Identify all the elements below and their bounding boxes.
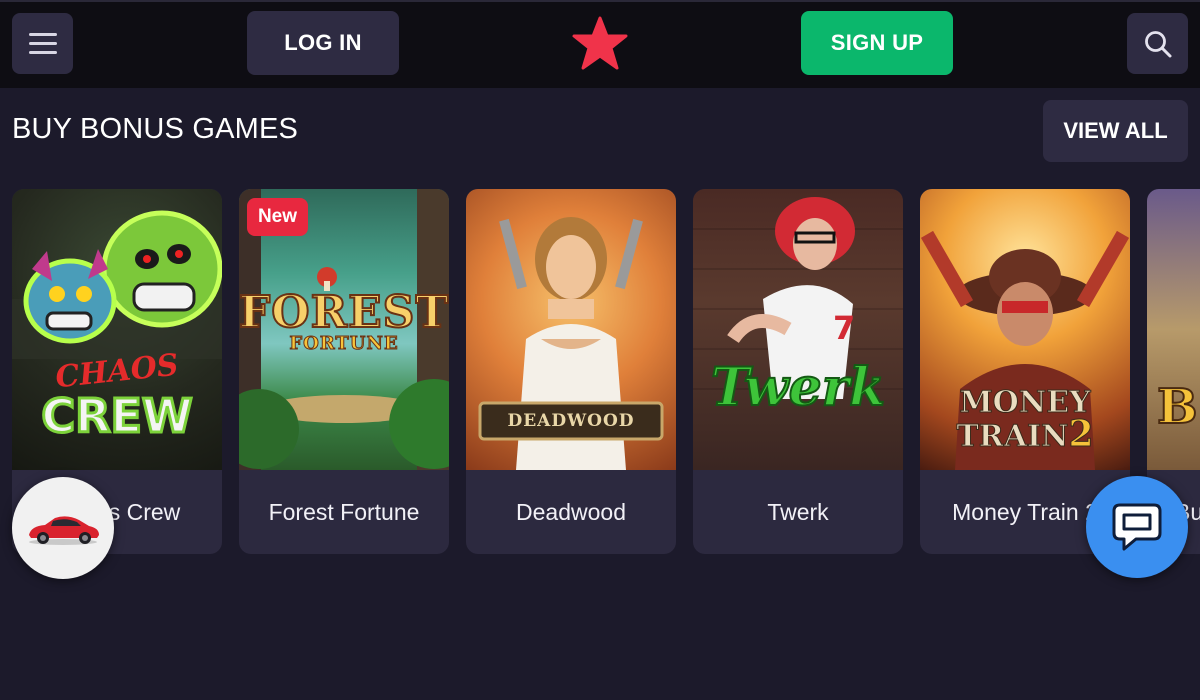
thumbnail-title: FORTUNE — [289, 333, 399, 355]
thumbnail-title: Twerk — [710, 356, 886, 419]
game-title: Forest Fortune — [268, 498, 420, 525]
red-car-icon — [29, 516, 99, 545]
casino-page: LOG IN SIGN UP BUY BONUS GAMES VIEW ALL — [0, 0, 1200, 700]
thumbnail-title-part: TRAIN — [956, 419, 1069, 455]
game-thumbnail: 7 Twerk — [693, 189, 903, 470]
game-thumbnail: DEADWOOD — [466, 189, 676, 470]
search-icon — [1144, 30, 1171, 57]
game-thumbnail: MONEY TRAIN2 — [920, 189, 1130, 470]
thumbnail-title: CREW — [40, 388, 194, 445]
new-badge: New — [247, 198, 308, 236]
game-title: Twerk — [767, 498, 829, 525]
thumbnail-title: TRAIN2 — [920, 413, 1130, 456]
thumbnail-title-number: 2 — [1068, 413, 1094, 456]
top-navigation-bar: LOG IN SIGN UP — [0, 0, 1200, 88]
view-all-button[interactable]: VIEW ALL — [1043, 100, 1188, 162]
section-title: BUY BONUS GAMES — [12, 113, 299, 145]
dancer-artwork: 7 — [693, 197, 903, 399]
chat-button[interactable] — [1086, 476, 1188, 578]
thumbnail-title: B — [1156, 378, 1199, 436]
chat-bubble-icon — [1112, 503, 1162, 551]
signup-button[interactable]: SIGN UP — [801, 11, 953, 75]
search-button[interactable] — [1127, 13, 1188, 74]
login-button[interactable]: LOG IN — [247, 11, 399, 75]
game-title: Deadwood — [516, 498, 626, 525]
game-card-forest-fortune[interactable]: FOREST FORTUNE New Forest Fortune — [239, 189, 449, 554]
promo-bubble[interactable] — [12, 477, 114, 579]
svg-text:7: 7 — [833, 309, 855, 347]
game-card-deadwood[interactable]: DEADWOOD Deadwood — [466, 189, 676, 554]
game-thumbnail: B — [1147, 189, 1200, 470]
thumbnail-title: DEADWOOD — [507, 411, 635, 431]
game-thumbnail: FOREST FORTUNE New — [239, 189, 449, 470]
thumbnail-title: FOREST — [239, 286, 449, 339]
game-thumbnail: CHAOS CREW — [12, 189, 222, 470]
hamburger-menu-icon[interactable] — [12, 13, 73, 74]
star-logo-icon[interactable] — [571, 16, 629, 72]
game-card-twerk[interactable]: 7 Twerk Twerk — [693, 189, 903, 554]
